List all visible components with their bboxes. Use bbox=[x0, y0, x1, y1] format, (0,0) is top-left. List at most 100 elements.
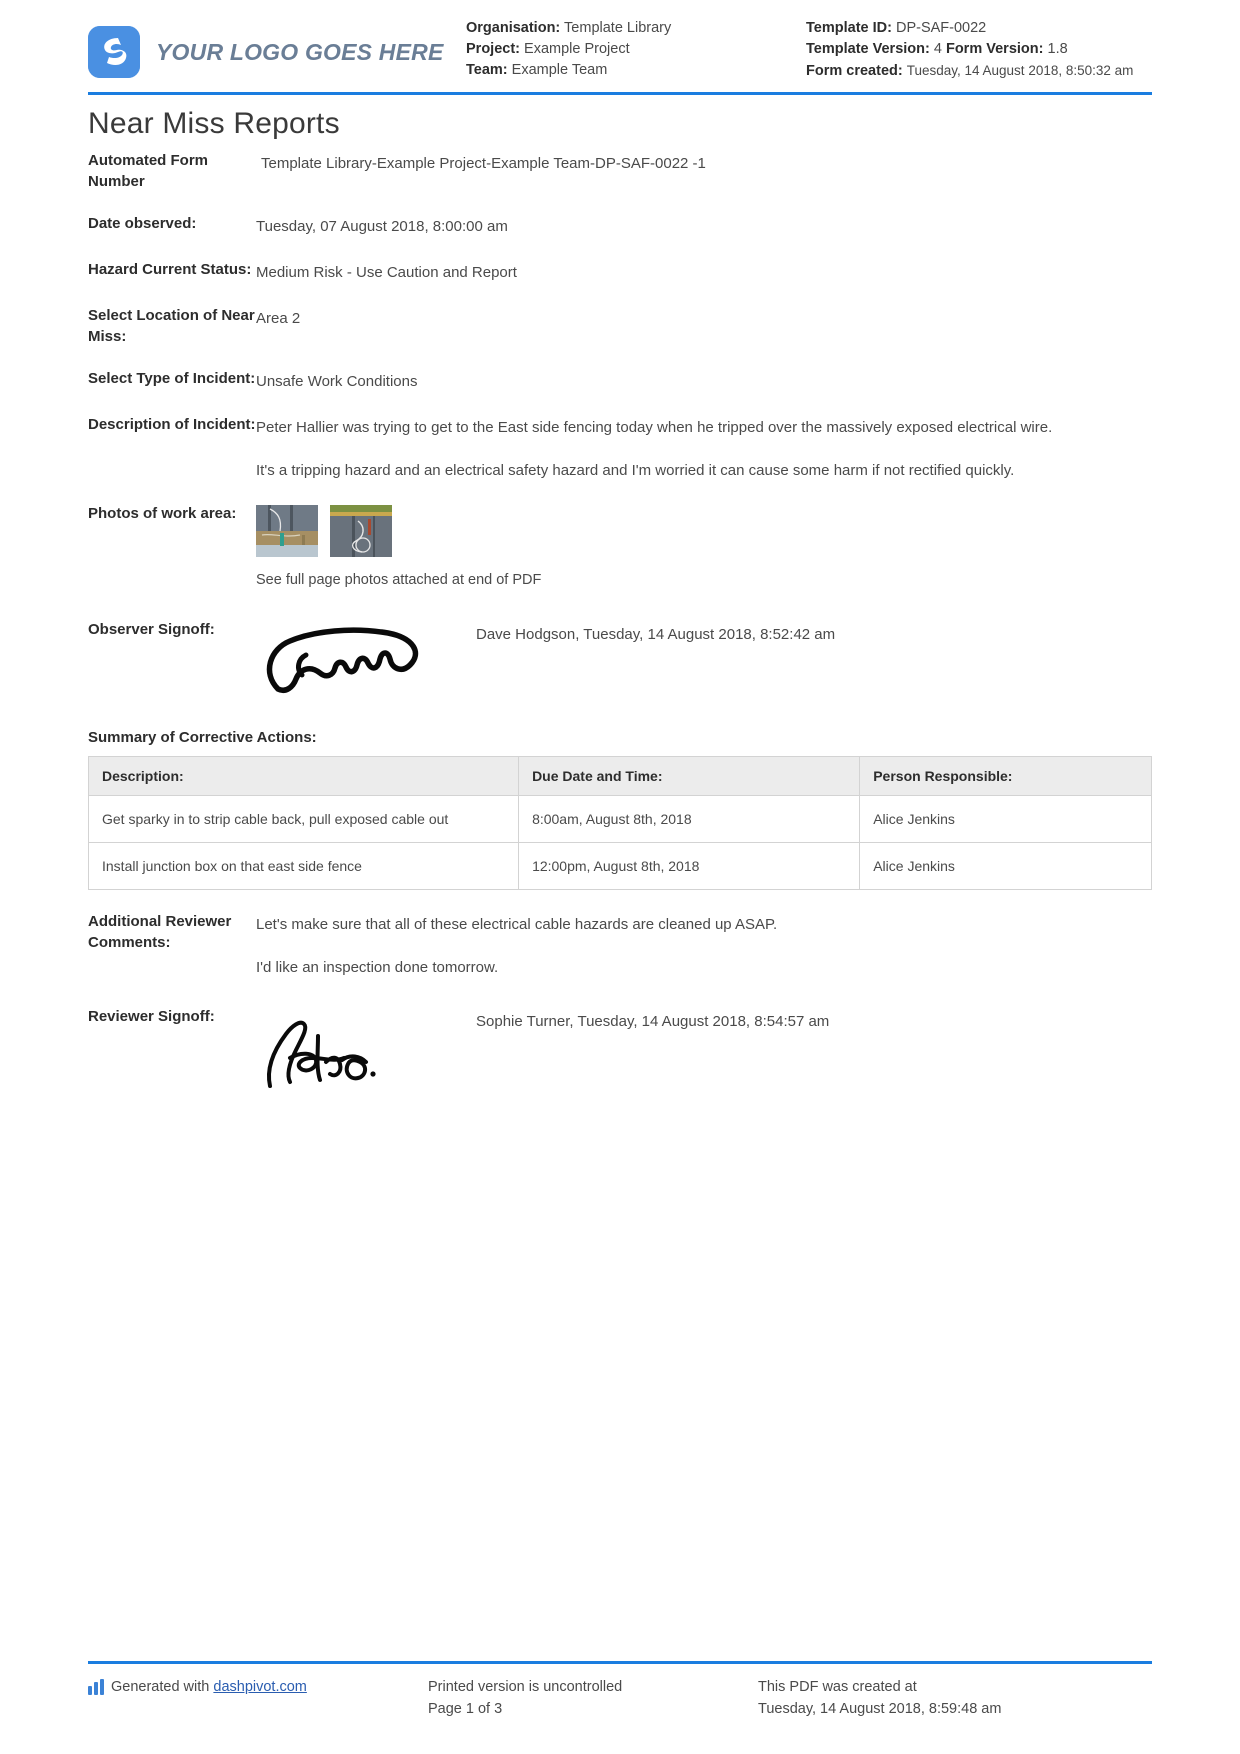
reviewer-comment-paragraph-2: I'd like an inspection done tomorrow. bbox=[256, 959, 499, 976]
document-page: YOUR LOGO GOES HERE Organisation: Templa… bbox=[0, 0, 1240, 1754]
cell-description: Install junction box on that east side f… bbox=[87, 842, 520, 890]
dashpivot-link[interactable]: dashpivot.com bbox=[213, 1679, 307, 1695]
field-label: Select Location of Near Miss: bbox=[88, 307, 255, 345]
field-description-of-incident: Description of Incident: Peter Hallier w… bbox=[88, 415, 1152, 482]
field-label: Automated Form Number bbox=[88, 152, 208, 190]
field-label: Observer Signoff: bbox=[88, 621, 215, 638]
field-label: Hazard Current Status: bbox=[88, 261, 252, 278]
field-label: Description of Incident: bbox=[88, 416, 256, 433]
field-label: Photos of work area: bbox=[88, 505, 237, 522]
field-value: See full page photos attached at end of … bbox=[256, 504, 1152, 592]
signoff-row: Sophie Turner, Tuesday, 14 August 2018, … bbox=[256, 1008, 1152, 1088]
organisation-label: Organisation: bbox=[466, 20, 561, 36]
field-value: Sophie Turner, Tuesday, 14 August 2018, … bbox=[256, 1007, 1152, 1088]
template-version-line: Template Version: 4 Form Version: 1.8 bbox=[806, 39, 1136, 60]
team-value: Example Team bbox=[511, 62, 608, 78]
field-reviewer-signoff: Reviewer Signoff: Sophie Turner, Tuesday… bbox=[88, 1007, 1152, 1088]
photo-thumbnail-list bbox=[256, 505, 1152, 557]
pdf-created-value: Tuesday, 14 August 2018, 8:59:48 am bbox=[758, 1701, 1002, 1717]
project-label: Project: bbox=[466, 41, 520, 57]
generated-with-text: Generated with dashpivot.com bbox=[111, 1676, 307, 1698]
bar-chart-icon bbox=[88, 1679, 104, 1695]
footer-pdf-created: This PDF was created at Tuesday, 14 Augu… bbox=[758, 1676, 1138, 1720]
template-id-label: Template ID: bbox=[806, 20, 892, 36]
field-value: Unsafe Work Conditions bbox=[256, 373, 418, 390]
table-row: Install junction box on that east side f… bbox=[87, 842, 1152, 890]
logo-text: YOUR LOGO GOES HERE bbox=[156, 38, 444, 65]
field-date-observed: Date observed: Tuesday, 07 August 2018, … bbox=[88, 214, 1152, 238]
field-hazard-current-status: Hazard Current Status: Medium Risk - Use… bbox=[88, 260, 1152, 284]
field-value: Dave Hodgson, Tuesday, 14 August 2018, 8… bbox=[256, 620, 1152, 699]
template-id-value: DP-SAF-0022 bbox=[895, 20, 987, 36]
page-number: Page 1 of 3 bbox=[428, 1701, 503, 1717]
page-title: Near Miss Reports bbox=[88, 107, 340, 140]
project-value: Example Project bbox=[524, 41, 630, 57]
field-location-of-near-miss: Select Location of Near Miss: Area 2 bbox=[88, 306, 1152, 347]
form-created-value: Tuesday, 14 August 2018, 8:50:32 am bbox=[906, 63, 1134, 78]
field-label: Date observed: bbox=[88, 215, 197, 232]
reviewer-comment-paragraph-1: Let's make sure that all of these electr… bbox=[256, 916, 778, 933]
photo-thumbnail[interactable] bbox=[330, 505, 392, 557]
field-automated-form-number: Automated Form Number Template Library-E… bbox=[88, 151, 1152, 192]
corrective-actions-heading: Summary of Corrective Actions: bbox=[88, 729, 317, 746]
field-value: Medium Risk - Use Caution and Report bbox=[256, 264, 517, 281]
organisation-line: Organisation: Template Library bbox=[466, 18, 806, 39]
field-photos-of-work-area: Photos of work area: See full page photo… bbox=[88, 504, 1152, 592]
reviewer-signature-image bbox=[256, 1008, 476, 1088]
document-header: YOUR LOGO GOES HERE Organisation: Templa… bbox=[88, 0, 1152, 92]
template-version-value: 4 bbox=[933, 41, 942, 57]
page-sheet: YOUR LOGO GOES HERE Organisation: Templa… bbox=[87, 0, 1152, 1754]
cell-due-date: 8:00am, August 8th, 2018 bbox=[518, 795, 861, 843]
uncontrolled-notice: Printed version is uncontrolled bbox=[428, 1679, 623, 1695]
document-footer: Generated with dashpivot.com Printed ver… bbox=[88, 1661, 1152, 1720]
description-paragraph-1: Peter Hallier was trying to get to the E… bbox=[256, 419, 1053, 436]
reviewer-signoff-value: Sophie Turner, Tuesday, 14 August 2018, … bbox=[476, 1013, 830, 1030]
cell-description: Get sparky in to strip cable back, pull … bbox=[87, 795, 520, 843]
table-header-row: Description: Due Date and Time: Person R… bbox=[87, 756, 1152, 796]
field-label: Additional Reviewer Comments: bbox=[88, 913, 232, 951]
footer-columns: Generated with dashpivot.com Printed ver… bbox=[88, 1664, 1152, 1720]
project-line: Project: Example Project bbox=[466, 39, 806, 60]
form-version-label: Form Version: bbox=[945, 41, 1044, 57]
cell-person-responsible: Alice Jenkins bbox=[859, 795, 1152, 843]
field-value: Peter Hallier was trying to get to the E… bbox=[256, 415, 1152, 482]
observer-signature-image bbox=[256, 621, 476, 699]
photos-caption: See full page photos attached at end of … bbox=[256, 572, 542, 588]
cell-due-date: 12:00pm, August 8th, 2018 bbox=[518, 842, 861, 890]
field-value: Area 2 bbox=[256, 310, 301, 327]
header-meta-right: Template ID: DP-SAF-0022 Template Versio… bbox=[806, 18, 1136, 82]
description-paragraph-2: It's a tripping hazard and an electrical… bbox=[256, 462, 1015, 479]
field-type-of-incident: Select Type of Incident: Unsafe Work Con… bbox=[88, 369, 1152, 393]
template-version-label: Template Version: bbox=[806, 41, 930, 57]
form-created-line: Form created: Tuesday, 14 August 2018, 8… bbox=[806, 60, 1136, 82]
footer-generated-with: Generated with dashpivot.com bbox=[88, 1676, 428, 1720]
form-version-value: 1.8 bbox=[1047, 41, 1068, 57]
corrective-actions-table: Description: Due Date and Time: Person R… bbox=[87, 756, 1152, 890]
team-line: Team: Example Team bbox=[466, 60, 806, 81]
field-label: Reviewer Signoff: bbox=[88, 1008, 215, 1025]
table-row: Get sparky in to strip cable back, pull … bbox=[87, 795, 1152, 843]
field-observer-signoff: Observer Signoff: Dave Hodgson, Tuesday,… bbox=[88, 620, 1152, 699]
organisation-value: Template Library bbox=[564, 20, 672, 36]
footer-print-status: Printed version is uncontrolled Page 1 o… bbox=[428, 1676, 758, 1720]
signoff-row: Dave Hodgson, Tuesday, 14 August 2018, 8… bbox=[256, 621, 1152, 699]
column-header-person-responsible: Person Responsible: bbox=[859, 756, 1152, 796]
field-additional-reviewer-comments: Additional Reviewer Comments: Let's make… bbox=[88, 912, 1152, 979]
field-value: Let's make sure that all of these electr… bbox=[256, 912, 1152, 979]
column-header-description: Description: bbox=[87, 756, 520, 796]
team-label: Team: bbox=[466, 62, 508, 78]
photo-thumbnail[interactable] bbox=[256, 505, 318, 557]
logo-block: YOUR LOGO GOES HERE bbox=[88, 18, 466, 78]
company-logo-icon bbox=[88, 26, 140, 78]
template-id-line: Template ID: DP-SAF-0022 bbox=[806, 18, 1136, 39]
cell-person-responsible: Alice Jenkins bbox=[859, 842, 1152, 890]
observer-signoff-value: Dave Hodgson, Tuesday, 14 August 2018, 8… bbox=[476, 626, 836, 643]
form-created-label: Form created: bbox=[806, 63, 903, 79]
generated-prefix: Generated with bbox=[111, 1679, 214, 1695]
pdf-created-label: This PDF was created at bbox=[758, 1679, 917, 1695]
field-value: Template Library-Example Project-Example… bbox=[261, 155, 706, 172]
header-meta-left: Organisation: Template Library Project: … bbox=[466, 18, 806, 81]
column-header-due-date: Due Date and Time: bbox=[518, 756, 861, 796]
header-divider bbox=[88, 92, 1152, 95]
field-value: Tuesday, 07 August 2018, 8:00:00 am bbox=[256, 218, 508, 235]
